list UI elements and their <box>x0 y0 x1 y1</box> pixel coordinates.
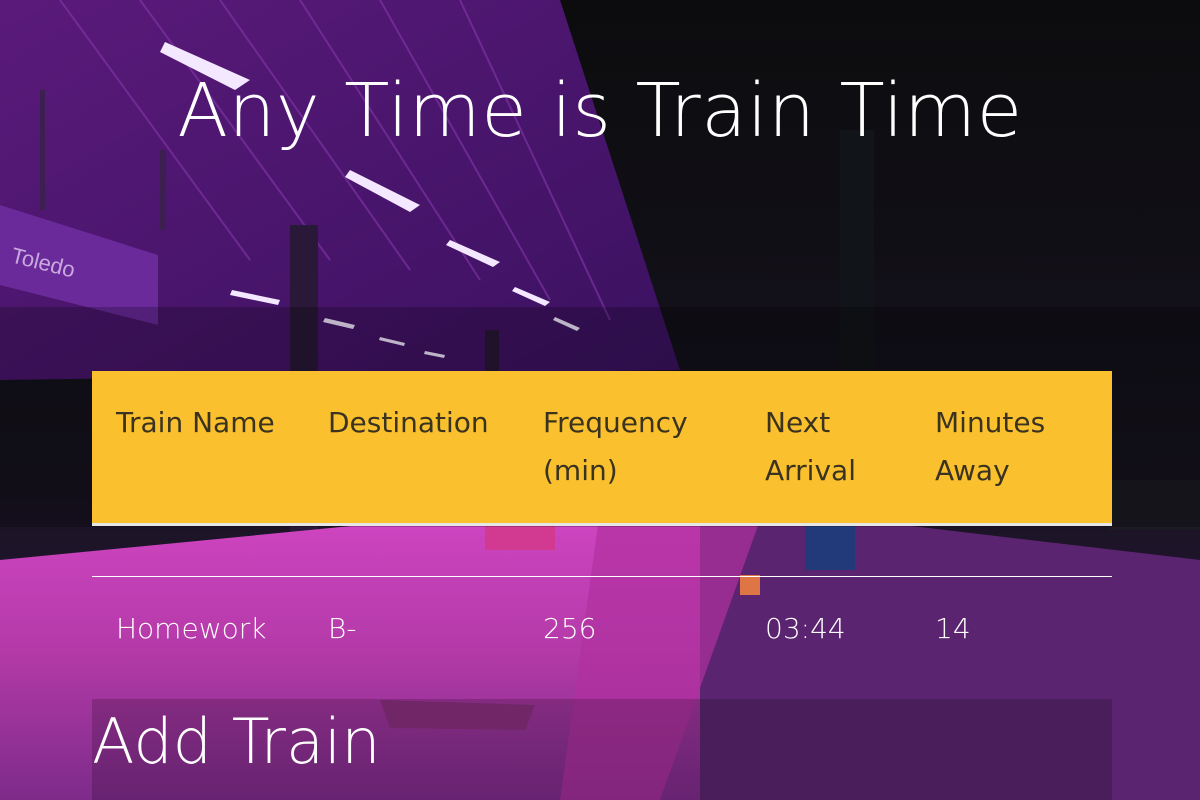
add-train-heading: Add Train <box>92 705 381 778</box>
table-spacer-row <box>92 524 1112 577</box>
cell-frequency: 256 <box>543 612 597 645</box>
header-minutes-away: Minutes Away <box>911 371 1112 526</box>
header-frequency: Frequency (min) <box>519 371 741 526</box>
train-schedule-table: Train Name Destination Frequency (min) N… <box>92 371 1112 653</box>
table-row: Homework B- 256 03:44 14 <box>92 577 1112 654</box>
cell-train-name: Homework <box>116 612 267 645</box>
add-train-panel: Add Train <box>92 699 1112 800</box>
header-destination: Destination <box>304 371 519 526</box>
header-next-arrival: Next Arrival <box>741 371 911 526</box>
page-title: Any Time is Train Time <box>177 68 1023 154</box>
cell-destination: B- <box>328 612 357 645</box>
cell-minutes-away: 14 <box>935 612 971 645</box>
cell-next-arrival: 03:44 <box>765 612 846 645</box>
table-header-row: Train Name Destination Frequency (min) N… <box>92 371 1112 526</box>
header-train-name: Train Name <box>92 371 304 526</box>
